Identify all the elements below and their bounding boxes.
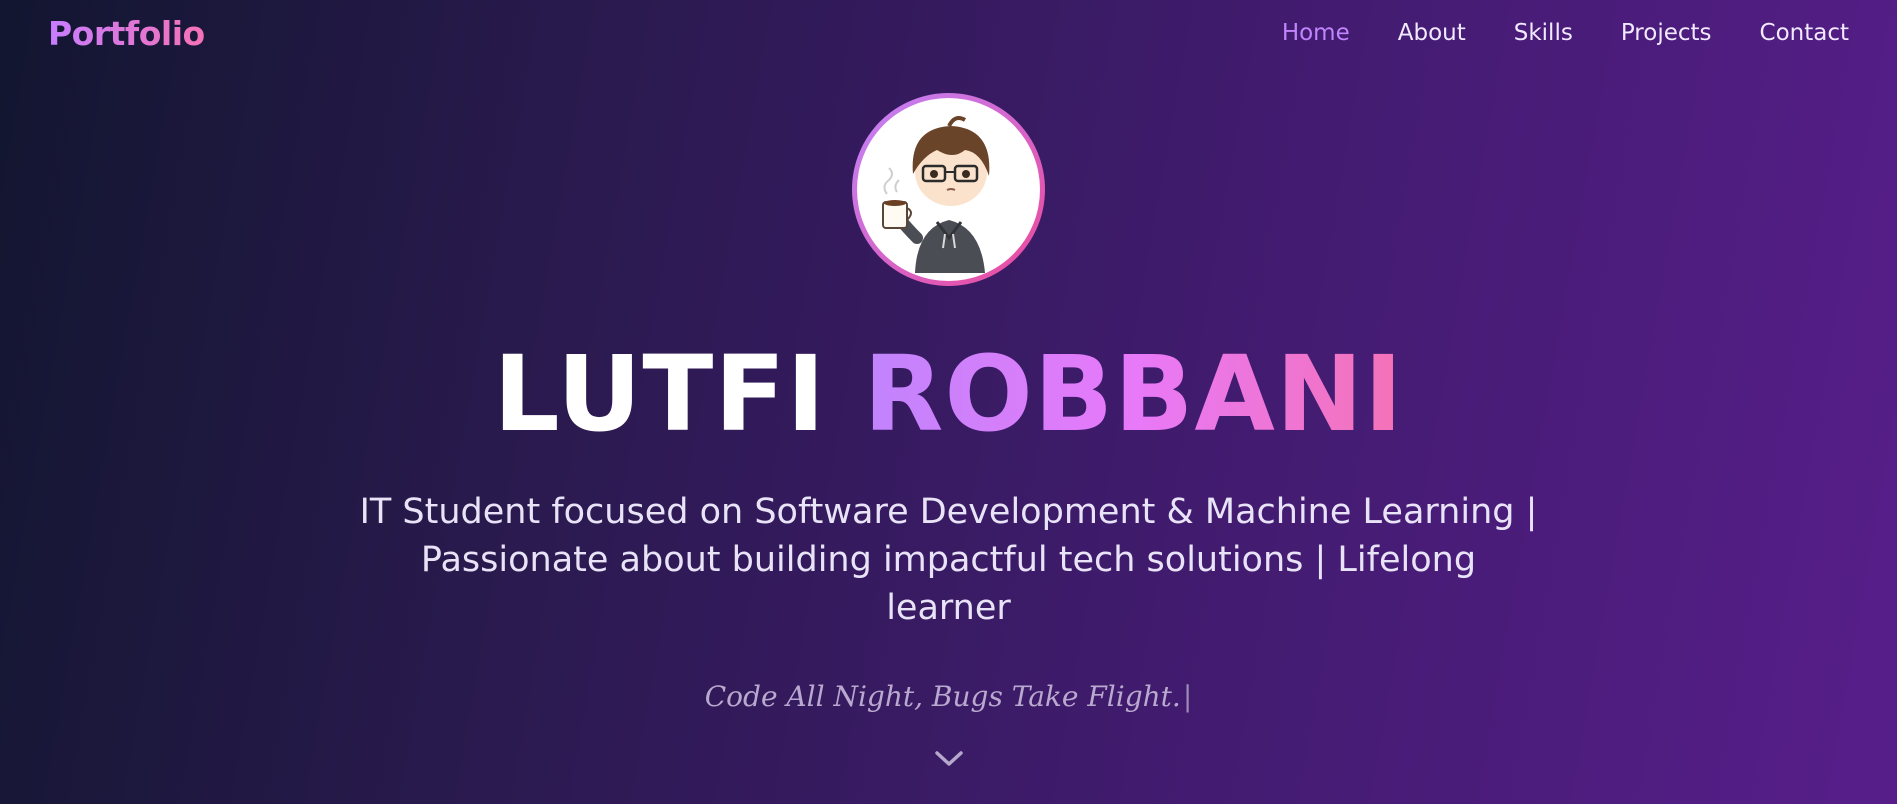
tagline-line-1: IT Student focused on Software Developme…	[359, 492, 1538, 532]
hero-section: LUTFI ROBBANI IT Student focused on Soft…	[0, 0, 1897, 804]
first-name: LUTFI	[493, 333, 827, 455]
tagline-line-2: Passionate about building impactful tech…	[420, 540, 1477, 628]
typing-cursor: |	[1182, 680, 1193, 713]
avatar	[857, 98, 1040, 281]
scroll-down-button[interactable]	[927, 741, 971, 777]
motto-text: Code All Night, Bugs Take Flight.	[704, 680, 1181, 713]
hero-tagline: IT Student focused on Software Developme…	[359, 488, 1539, 632]
last-name: ROBBANI	[863, 333, 1404, 455]
chevron-down-icon	[934, 751, 963, 766]
hero-name: LUTFI ROBBANI	[493, 342, 1403, 446]
avatar-ring	[852, 93, 1045, 286]
typing-motto: Code All Night, Bugs Take Flight.|	[705, 680, 1193, 713]
chibi-avatar-icon	[882, 116, 990, 273]
